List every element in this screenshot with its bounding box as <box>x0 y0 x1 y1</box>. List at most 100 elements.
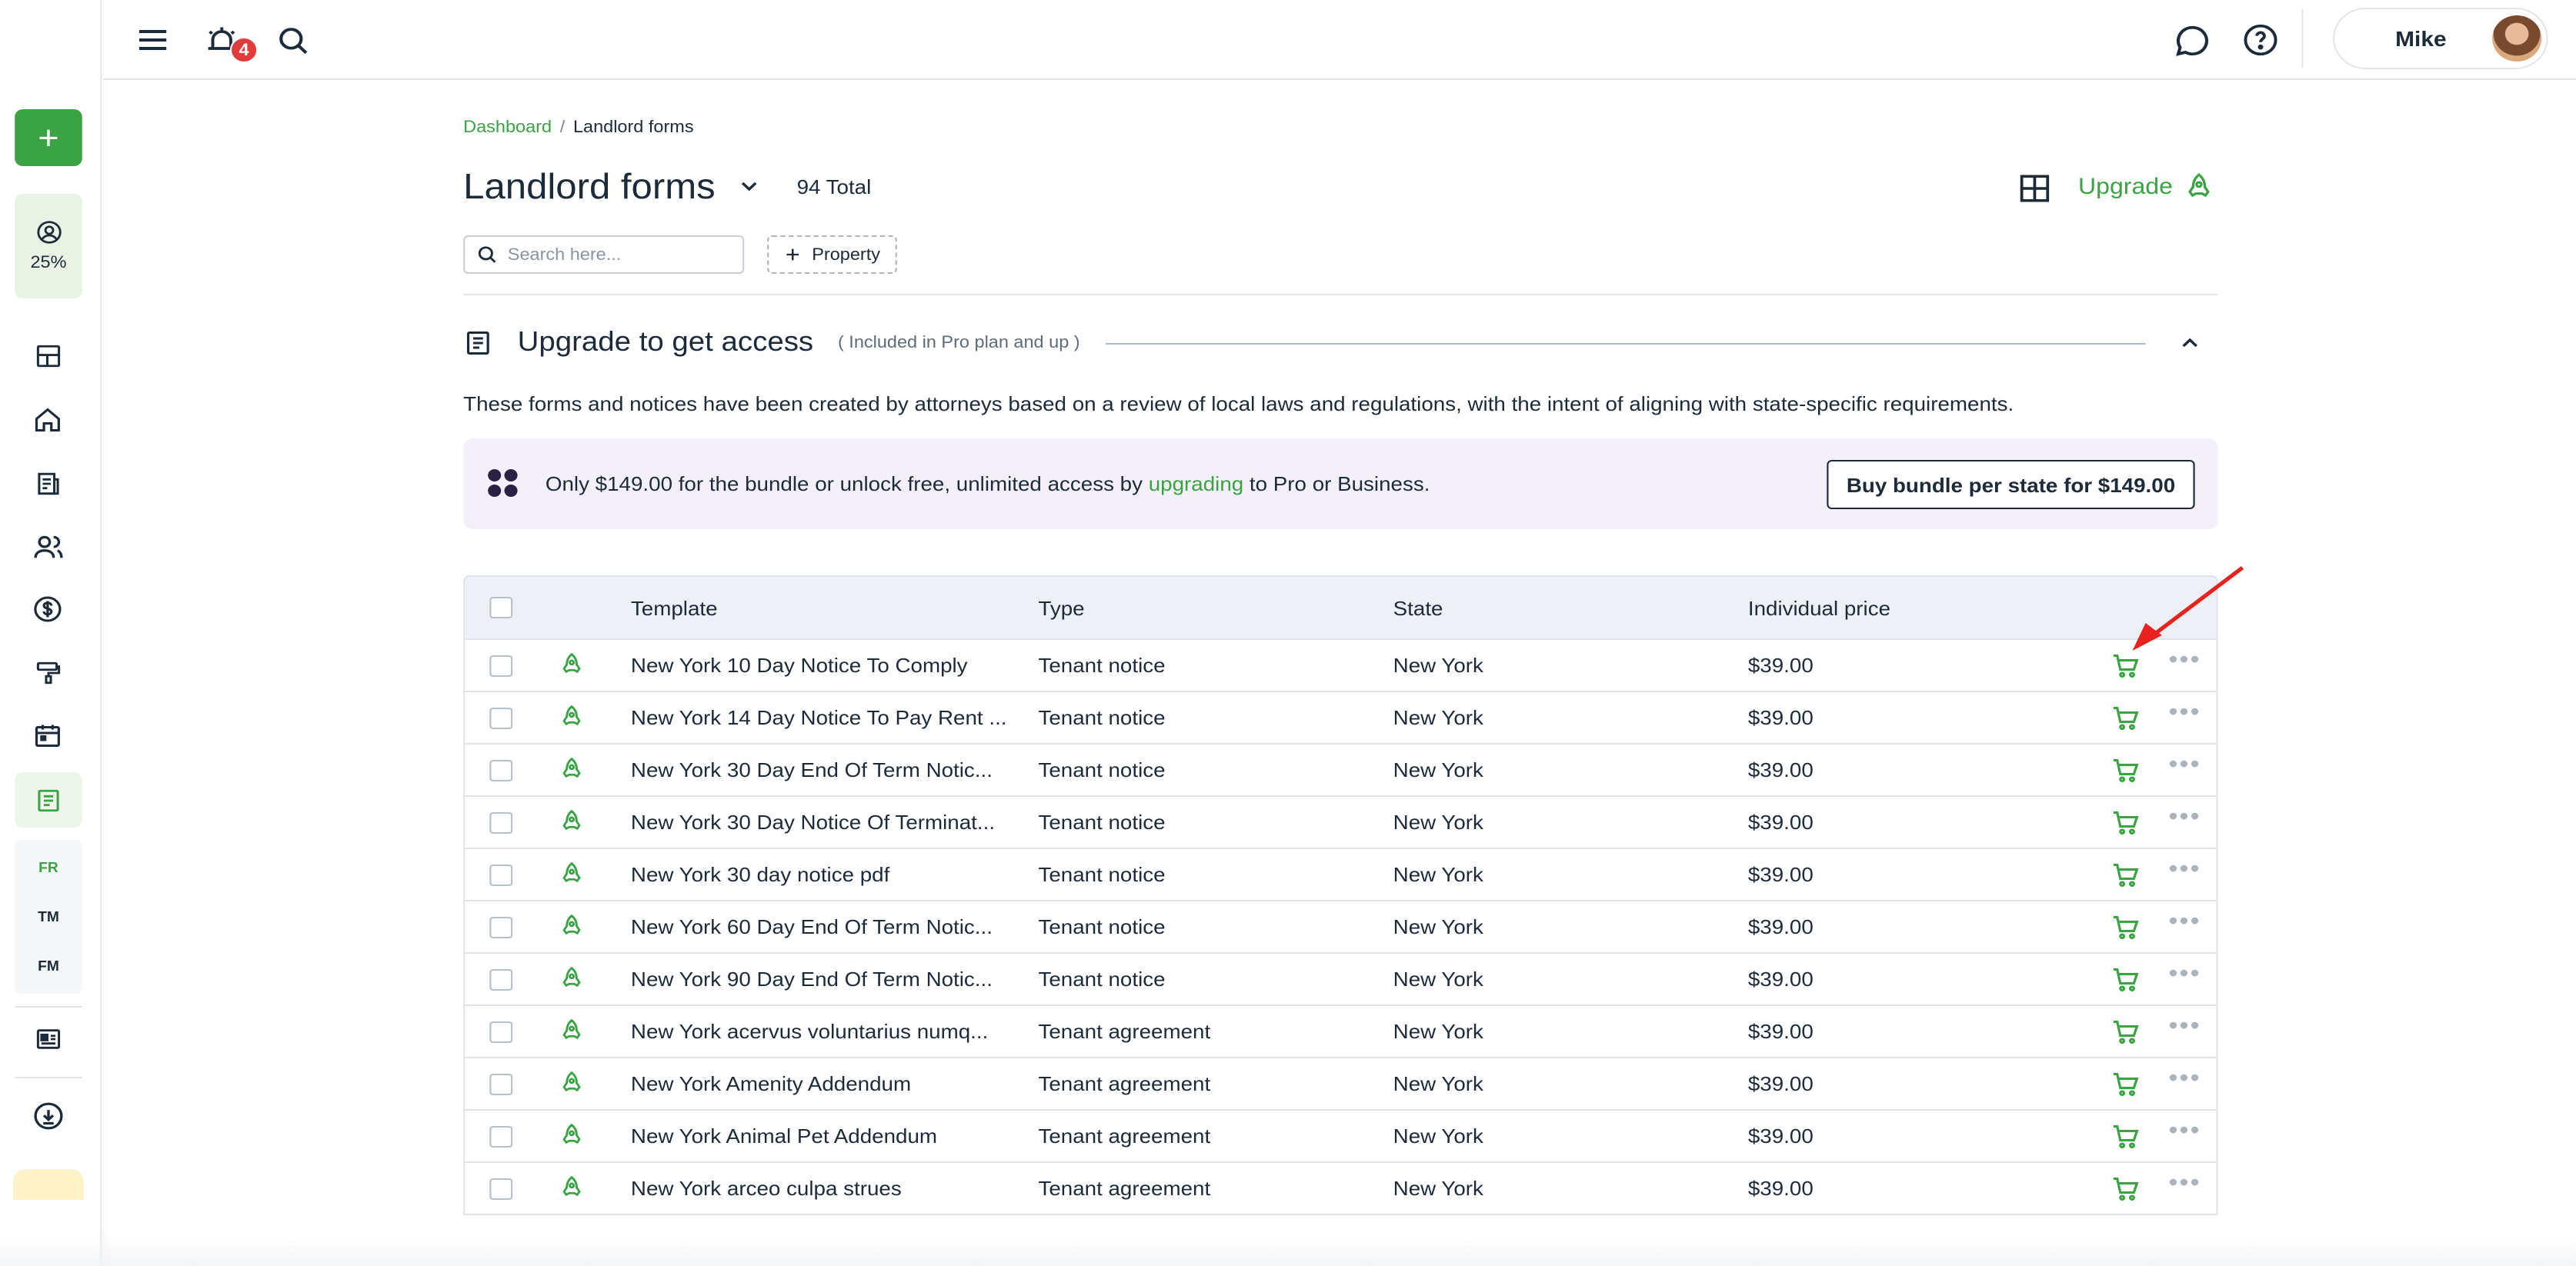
cell-template[interactable]: New York 30 Day Notice Of Terminat... <box>631 811 995 834</box>
more-actions-button[interactable]: ••• <box>2168 962 2201 987</box>
grid-view-button[interactable] <box>2017 172 2052 212</box>
cell-template[interactable]: New York Amenity Addendum <box>631 1072 911 1095</box>
page-title[interactable]: Landlord forms <box>463 166 716 208</box>
sidebar-item-calendar[interactable] <box>28 717 67 754</box>
cell-template[interactable]: New York acervus voluntarius numq... <box>631 1020 988 1043</box>
buy-form-button[interactable] <box>2111 966 2141 1001</box>
menu-button[interactable] <box>132 20 175 60</box>
buy-form-button[interactable] <box>2111 809 2141 845</box>
row-checkbox[interactable] <box>489 812 513 834</box>
title-dropdown-button[interactable] <box>736 174 762 206</box>
search-input[interactable] <box>507 245 735 264</box>
table-row[interactable]: New York 14 Day Notice To Pay Rent ... Te… <box>465 692 2217 745</box>
search-field[interactable] <box>463 235 745 274</box>
search-icon <box>478 246 496 263</box>
sidebar-item-leases[interactable] <box>28 465 67 501</box>
cloud-download-icon <box>33 1101 62 1129</box>
row-checkbox[interactable] <box>489 708 513 729</box>
more-actions-button[interactable]: ••• <box>2168 910 2201 935</box>
row-checkbox[interactable] <box>489 760 513 781</box>
buy-form-button[interactable] <box>2111 1071 2141 1106</box>
sidebar-item-download[interactable] <box>28 1097 67 1134</box>
workspace-fm[interactable]: FM <box>15 958 82 974</box>
sidebar-item-dashboard[interactable] <box>28 337 67 374</box>
column-type[interactable]: Type <box>1038 597 1084 620</box>
cell-template[interactable]: New York 30 Day End Of Term Notic... <box>631 758 993 781</box>
row-checkbox[interactable] <box>489 1126 513 1148</box>
more-icon: ••• <box>2168 805 2201 831</box>
column-individual-price[interactable]: Individual price <box>1748 597 1890 620</box>
global-search-button[interactable] <box>271 20 314 60</box>
table-row[interactable]: New York 10 Day Notice To Comply Tenant n… <box>465 640 2217 692</box>
buy-form-button[interactable] <box>2111 757 2141 792</box>
upgrade-required-badge <box>559 757 585 789</box>
row-checkbox[interactable] <box>489 969 513 991</box>
table-row[interactable]: New York arceo culpa strues Tenant agreem… <box>465 1163 2217 1215</box>
chat-button[interactable] <box>2171 20 2214 60</box>
cell-template[interactable]: New York Animal Pet Addendum <box>631 1124 937 1148</box>
table-row[interactable]: New York 60 Day End Of Term Notic... Tena… <box>465 901 2217 954</box>
cell-price: $39.00 <box>1747 1177 1814 1200</box>
more-actions-button[interactable]: ••• <box>2168 1014 2201 1039</box>
buy-form-button[interactable] <box>2111 652 2141 688</box>
sidebar-item-properties[interactable] <box>28 401 67 438</box>
dashboard-icon <box>35 344 60 367</box>
table-row[interactable]: New York 30 Day Notice Of Terminat... Ten… <box>465 797 2217 849</box>
upgrade-link[interactable]: Upgrade <box>2078 172 2214 202</box>
column-template[interactable]: Template <box>631 597 718 620</box>
table-row[interactable]: New York Animal Pet Addendum Tenant agree… <box>465 1111 2217 1163</box>
breadcrumb-dashboard[interactable]: Dashboard <box>463 118 552 137</box>
user-menu[interactable]: Mike <box>2332 8 2548 69</box>
property-filter-button[interactable]: Property <box>767 235 897 274</box>
cell-template[interactable]: New York 60 Day End Of Term Notic... <box>631 915 993 938</box>
table-row[interactable]: New York 90 Day End Of Term Notic... Tena… <box>465 954 2217 1006</box>
buy-form-button[interactable] <box>2111 1175 2141 1211</box>
row-checkbox[interactable] <box>489 917 513 938</box>
table-row[interactable]: New York acervus voluntarius numq... Tena… <box>465 1006 2217 1058</box>
more-actions-button[interactable]: ••• <box>2168 1119 2201 1144</box>
sidebar-item-forms[interactable] <box>15 772 82 828</box>
buy-form-button[interactable] <box>2111 861 2141 897</box>
upgrading-link[interactable]: upgrading <box>1149 472 1243 495</box>
cell-template[interactable]: New York 30 day notice pdf <box>631 863 889 886</box>
row-checkbox[interactable] <box>489 1178 513 1200</box>
cell-template[interactable]: New York 14 Day Notice To Pay Rent ... <box>631 706 1007 729</box>
cell-template[interactable]: New York 90 Day End Of Term Notic... <box>631 968 993 991</box>
table-row[interactable]: New York 30 Day End Of Term Notic... Tena… <box>465 745 2217 797</box>
more-actions-button[interactable]: ••• <box>2168 805 2201 830</box>
row-checkbox[interactable] <box>489 655 513 677</box>
buy-form-button[interactable] <box>2111 705 2141 740</box>
sidebar-item-listings[interactable] <box>28 1020 67 1057</box>
column-state[interactable]: State <box>1393 597 1443 620</box>
row-checkbox[interactable] <box>489 1021 513 1043</box>
sidebar-item-people[interactable] <box>28 528 67 565</box>
more-actions-button[interactable]: ••• <box>2168 1067 2201 1091</box>
more-actions-button[interactable]: ••• <box>2168 701 2201 725</box>
cell-state: New York <box>1393 811 1483 834</box>
more-actions-button[interactable]: ••• <box>2168 1171 2201 1196</box>
more-actions-button[interactable]: ••• <box>2168 858 2201 882</box>
buy-form-button[interactable] <box>2111 914 2141 949</box>
table-row[interactable]: New York Amenity Addendum Tenant agreemen… <box>465 1058 2217 1111</box>
onboarding-progress[interactable]: 25% <box>15 194 82 298</box>
annotation-arrow <box>2132 566 2244 651</box>
rocket-icon <box>562 1175 581 1197</box>
cell-template[interactable]: New York arceo culpa strues <box>631 1177 902 1200</box>
buy-form-button[interactable] <box>2111 1123 2141 1158</box>
cell-template[interactable]: New York 10 Day Notice To Comply <box>631 654 968 677</box>
workspace-fr[interactable]: FR <box>15 860 82 875</box>
table-row[interactable]: New York 30 day notice pdf Tenant notice N… <box>465 849 2217 901</box>
buy-bundle-button[interactable]: Buy bundle per state for $149.00 <box>1827 460 2195 509</box>
sidebar-item-maintenance[interactable] <box>28 654 67 691</box>
sidebar-promo-tab[interactable] <box>13 1169 84 1200</box>
collapse-section-button[interactable] <box>2177 331 2203 363</box>
add-new-button[interactable]: + <box>15 109 82 166</box>
row-checkbox[interactable] <box>489 865 513 886</box>
workspace-tm[interactable]: TM <box>15 909 82 925</box>
sidebar-item-accounting[interactable] <box>28 591 67 628</box>
more-actions-button[interactable]: ••• <box>2168 753 2201 778</box>
select-all-checkbox[interactable] <box>489 597 513 618</box>
buy-form-button[interactable] <box>2111 1018 2141 1054</box>
help-button[interactable] <box>2239 20 2282 60</box>
row-checkbox[interactable] <box>489 1074 513 1095</box>
